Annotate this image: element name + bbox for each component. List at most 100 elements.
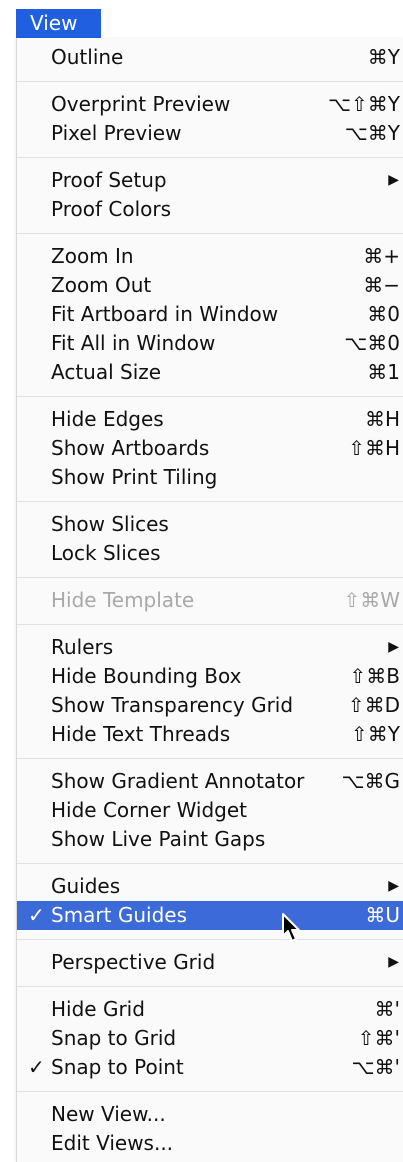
- menu-separator: [17, 758, 403, 759]
- menu-item-perspective-grid[interactable]: Perspective Grid ▶: [17, 948, 403, 977]
- menu-separator: [17, 986, 403, 987]
- menu-item-show-transparency-grid[interactable]: Show Transparency Grid ⇧⌘D: [17, 691, 403, 720]
- menu-item-label: Rulers: [51, 635, 114, 659]
- menu-item-hide-text-threads[interactable]: Hide Text Threads ⇧⌘Y: [17, 720, 403, 749]
- menu-item-shortcut: ⌘0: [367, 302, 400, 326]
- menu-item-shortcut: ⌥⌘0: [344, 331, 400, 355]
- menu-item-show-live-paint-gaps[interactable]: Show Live Paint Gaps: [17, 825, 403, 854]
- menu-item-shortcut: ⌘−: [363, 273, 400, 297]
- menu-item-label: Perspective Grid: [51, 950, 216, 974]
- menu-item-shortcut: ⇧⌘D: [347, 693, 400, 717]
- menu-item-show-artboards[interactable]: Show Artboards ⇧⌘H: [17, 434, 403, 463]
- menu-item-label: Show Artboards: [51, 436, 210, 460]
- menu-item-label: Hide Template: [51, 588, 195, 612]
- menu-item-proof-colors[interactable]: Proof Colors: [17, 195, 403, 224]
- menu-item-shortcut: ⌘': [374, 997, 401, 1021]
- menu-item-fit-artboard[interactable]: Fit Artboard in Window ⌘0: [17, 300, 403, 329]
- menu-item-shortcut: ⌥⌘Y: [344, 121, 400, 145]
- mouse-pointer-icon: [282, 913, 300, 942]
- menu-item-edit-views[interactable]: Edit Views...: [17, 1129, 403, 1158]
- menu-item-overprint-preview[interactable]: Overprint Preview ⌥⇧⌘Y: [17, 90, 403, 119]
- menu-item-label: Pixel Preview: [51, 121, 182, 145]
- menu-item-shortcut: ⌘1: [367, 360, 400, 384]
- menu-separator: [17, 157, 403, 158]
- menu-item-shortcut: ⌥⇧⌘Y: [327, 92, 400, 116]
- menu-item-label: Zoom Out: [51, 273, 152, 297]
- menu-separator: [17, 81, 403, 82]
- menu-item-label: Snap to Point: [51, 1055, 184, 1079]
- menu-item-rulers[interactable]: Rulers ▶: [17, 633, 403, 662]
- menu-item-guides[interactable]: Guides ▶: [17, 872, 403, 901]
- menu-item-show-gradient-annotator[interactable]: Show Gradient Annotator ⌥⌘G: [17, 767, 403, 796]
- menu-item-pixel-preview[interactable]: Pixel Preview ⌥⌘Y: [17, 119, 403, 148]
- menu-item-shortcut: ⌘U: [365, 903, 400, 927]
- menu-separator: [17, 863, 403, 864]
- menu-item-label: Hide Grid: [51, 997, 145, 1021]
- menu-item-label: Fit All in Window: [51, 331, 216, 355]
- menu-separator: [17, 501, 403, 502]
- menu-item-label: Proof Colors: [51, 197, 171, 221]
- view-menu-title[interactable]: View: [16, 9, 101, 38]
- menu-item-label: Show Gradient Annotator: [51, 769, 305, 793]
- submenu-arrow-icon: ▶: [388, 954, 399, 970]
- menu-item-shortcut: ⌘+: [363, 244, 400, 268]
- menu-item-label: Show Print Tiling: [51, 465, 218, 489]
- menu-item-label: Hide Bounding Box: [51, 664, 242, 688]
- menu-item-label: Zoom In: [51, 244, 134, 268]
- menu-item-fit-all[interactable]: Fit All in Window ⌥⌘0: [17, 329, 403, 358]
- menu-item-label: Fit Artboard in Window: [51, 302, 279, 326]
- menu-item-snap-to-point[interactable]: ✓ Snap to Point ⌥⌘': [17, 1053, 403, 1082]
- menu-item-label: Smart Guides: [51, 903, 188, 927]
- menu-item-label: Overprint Preview: [51, 92, 231, 116]
- menu-separator: [17, 939, 403, 940]
- view-menu-dropdown: Outline ⌘Y Overprint Preview ⌥⇧⌘Y Pixel …: [16, 38, 403, 1162]
- menu-item-label: Proof Setup: [51, 168, 167, 192]
- menu-item-snap-to-grid[interactable]: Snap to Grid ⇧⌘': [17, 1024, 403, 1053]
- menu-item-label: Guides: [51, 874, 121, 898]
- menu-item-label: Actual Size: [51, 360, 162, 384]
- menu-item-label: Hide Edges: [51, 407, 164, 431]
- menu-item-outline[interactable]: Outline ⌘Y: [17, 43, 403, 72]
- menu-item-lock-slices[interactable]: Lock Slices: [17, 539, 403, 568]
- menu-separator: [17, 1091, 403, 1092]
- menu-item-shortcut: ⇧⌘B: [349, 664, 400, 688]
- menu-item-label: Show Slices: [51, 512, 169, 536]
- menu-item-shortcut: ⌘H: [364, 407, 400, 431]
- menu-item-smart-guides[interactable]: ✓ Smart Guides ⌘U: [17, 901, 403, 930]
- menu-item-hide-template: Hide Template ⇧⌘W: [17, 586, 403, 615]
- menu-item-hide-bounding-box[interactable]: Hide Bounding Box ⇧⌘B: [17, 662, 403, 691]
- menu-item-label: Snap to Grid: [51, 1026, 177, 1050]
- menu-item-new-view[interactable]: New View...: [17, 1100, 403, 1129]
- menu-item-shortcut: ⌘Y: [367, 45, 400, 69]
- menu-item-label: Show Live Paint Gaps: [51, 827, 266, 851]
- menu-item-proof-setup[interactable]: Proof Setup ▶: [17, 166, 403, 195]
- menu-item-label: Show Transparency Grid: [51, 693, 294, 717]
- menu-separator: [17, 233, 403, 234]
- submenu-arrow-icon: ▶: [388, 878, 399, 894]
- menu-item-hide-edges[interactable]: Hide Edges ⌘H: [17, 405, 403, 434]
- menu-item-shortcut: ⇧⌘H: [348, 436, 400, 460]
- menu-item-shortcut: ⇧⌘W: [343, 588, 400, 612]
- menu-item-label: Edit Views...: [51, 1131, 174, 1155]
- menu-item-label: Hide Corner Widget: [51, 798, 248, 822]
- submenu-arrow-icon: ▶: [388, 172, 399, 188]
- menu-item-label: New View...: [51, 1102, 166, 1126]
- menu-item-shortcut: ⇧⌘Y: [351, 722, 400, 746]
- submenu-arrow-icon: ▶: [388, 639, 399, 655]
- menu-separator: [17, 577, 403, 578]
- menu-item-hide-grid[interactable]: Hide Grid ⌘': [17, 995, 403, 1024]
- menu-item-hide-corner-widget[interactable]: Hide Corner Widget: [17, 796, 403, 825]
- checkmark-icon: ✓: [28, 1055, 45, 1079]
- menu-item-show-print-tiling[interactable]: Show Print Tiling: [17, 463, 403, 492]
- menu-item-shortcut: ⇧⌘': [357, 1026, 400, 1050]
- menu-item-zoom-out[interactable]: Zoom Out ⌘−: [17, 271, 403, 300]
- menu-item-label: Hide Text Threads: [51, 722, 231, 746]
- menu-item-shortcut: ⌥⌘': [351, 1055, 400, 1079]
- menu-item-actual-size[interactable]: Actual Size ⌘1: [17, 358, 403, 387]
- menu-separator: [17, 396, 403, 397]
- menu-item-zoom-in[interactable]: Zoom In ⌘+: [17, 242, 403, 271]
- menu-item-shortcut: ⌥⌘G: [341, 769, 400, 793]
- menu-item-show-slices[interactable]: Show Slices: [17, 510, 403, 539]
- menu-item-label: Lock Slices: [51, 541, 161, 565]
- menu-separator: [17, 624, 403, 625]
